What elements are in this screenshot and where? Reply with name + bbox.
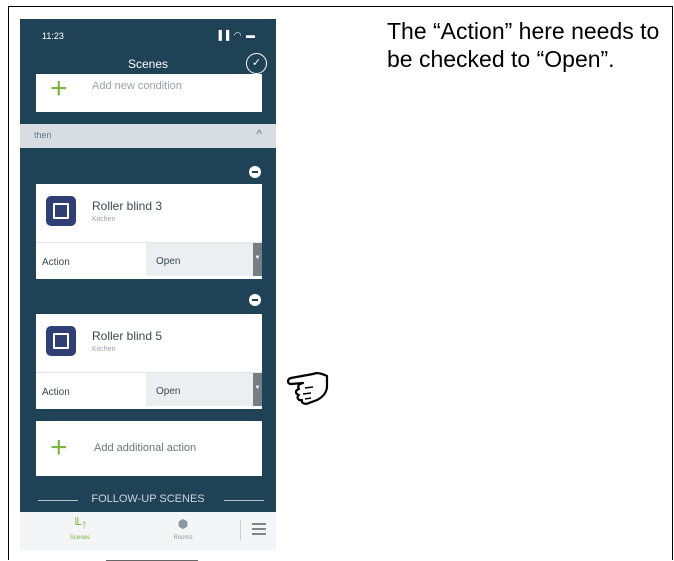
action-row: Action Open ▼ xyxy=(36,242,262,280)
action-label: Action xyxy=(42,387,70,398)
action-select[interactable]: Open ▼ xyxy=(146,373,262,406)
status-bar: 11:23 ▐▐ ◠ ▬ xyxy=(20,19,276,49)
follow-up-label: FOLLOW-UP SCENES xyxy=(91,493,205,505)
plus-icon: + xyxy=(50,72,68,105)
roller-blind-icon xyxy=(46,326,76,356)
confirm-check-icon[interactable]: ✓ xyxy=(246,53,267,74)
scenes-icon: ╙↑ xyxy=(72,517,88,531)
device-room: Kitchen xyxy=(92,216,116,223)
action-select-value: Open xyxy=(156,256,181,267)
rooms-icon: ⬢ xyxy=(177,517,189,531)
status-time: 11:23 xyxy=(42,31,64,41)
add-action-label: Add additional action xyxy=(94,442,197,454)
action-label: Action xyxy=(42,257,70,268)
action-card: Roller blind 3 Kitchen Action Open ▼ xyxy=(36,184,262,279)
divider-line xyxy=(224,500,264,501)
tab-separator xyxy=(240,520,241,540)
device-name: Roller blind 5 xyxy=(92,329,163,343)
dropdown-arrow-icon: ▼ xyxy=(253,243,262,276)
action-card: Roller blind 5 Kitchen Action Open ▼ xyxy=(36,314,262,409)
add-condition-button[interactable]: + Add new condition xyxy=(36,74,262,112)
status-icons: ▐▐ ◠ ▬ xyxy=(215,30,256,40)
device-room: Kitchen xyxy=(92,346,116,353)
chevron-up-icon: ^ xyxy=(256,127,262,141)
annotation-text: The “Action” here needs to be checked to… xyxy=(387,18,660,72)
plus-icon: + xyxy=(50,431,68,464)
page-title: Scenes xyxy=(127,57,169,71)
action-select[interactable]: Open ▼ xyxy=(146,243,262,276)
device-name: Roller blind 3 xyxy=(92,199,163,213)
tab-scenes-label: Scenes xyxy=(69,535,90,541)
then-label: then xyxy=(34,130,52,140)
hamburger-menu-icon[interactable] xyxy=(252,523,266,538)
phone-screenshot: 11:23 ▐▐ ◠ ▬ Scenes ✓ + Add new conditio… xyxy=(20,19,276,550)
pointing-hand-icon xyxy=(286,372,329,405)
action-select-value: Open xyxy=(156,386,181,397)
tab-scenes[interactable]: ╙↑ Scenes xyxy=(50,517,110,541)
tab-rooms-label: Rooms xyxy=(173,535,193,541)
add-condition-label: Add new condition xyxy=(92,80,182,92)
tab-rooms[interactable]: ⬢ Rooms xyxy=(153,517,213,541)
then-section-header[interactable]: then ^ xyxy=(20,124,276,148)
remove-action-icon[interactable] xyxy=(249,294,261,306)
dropdown-arrow-icon: ▼ xyxy=(253,373,262,406)
tab-bar: ╙↑ Scenes ⬢ Rooms xyxy=(20,512,276,550)
roller-blind-icon xyxy=(46,196,76,226)
add-action-button[interactable]: + Add additional action xyxy=(36,421,262,476)
follow-up-scenes-divider: FOLLOW-UP SCENES xyxy=(20,493,276,507)
remove-action-icon[interactable] xyxy=(249,166,261,178)
action-row: Action Open ▼ xyxy=(36,372,262,410)
